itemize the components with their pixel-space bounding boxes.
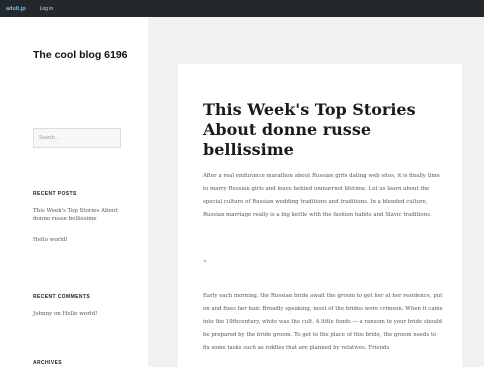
search-input[interactable]: Search… xyxy=(33,128,121,148)
recent-comment-link[interactable]: Johnny on Hello world! xyxy=(33,311,125,319)
post-title[interactable]: This Week's Top Stories About donne russ… xyxy=(203,100,443,160)
post-article: This Week's Top Stories About donne russ… xyxy=(178,64,462,367)
recent-comments-heading: RECENT COMMENTS xyxy=(33,294,91,300)
post-paragraph: After a real endurance marathon about Ru… xyxy=(203,173,440,218)
archives-heading: ARCHIVES xyxy=(33,360,63,366)
recent-posts-heading: RECENT POSTS xyxy=(33,191,77,197)
login-link[interactable]: Log in xyxy=(40,6,54,12)
recent-post-link[interactable]: Hello world! xyxy=(33,237,125,245)
post-paragraph: Early each morning, the Russian bride aw… xyxy=(203,293,443,351)
admin-bar: adult.jp Log in xyxy=(0,0,484,17)
site-title[interactable]: The cool blog 6196 xyxy=(33,49,128,62)
recent-post-link[interactable]: This Week's Top Stories About donne russ… xyxy=(33,208,125,224)
admin-bar-logo[interactable]: adult.jp xyxy=(6,6,26,12)
more-link[interactable]: » xyxy=(203,258,207,265)
